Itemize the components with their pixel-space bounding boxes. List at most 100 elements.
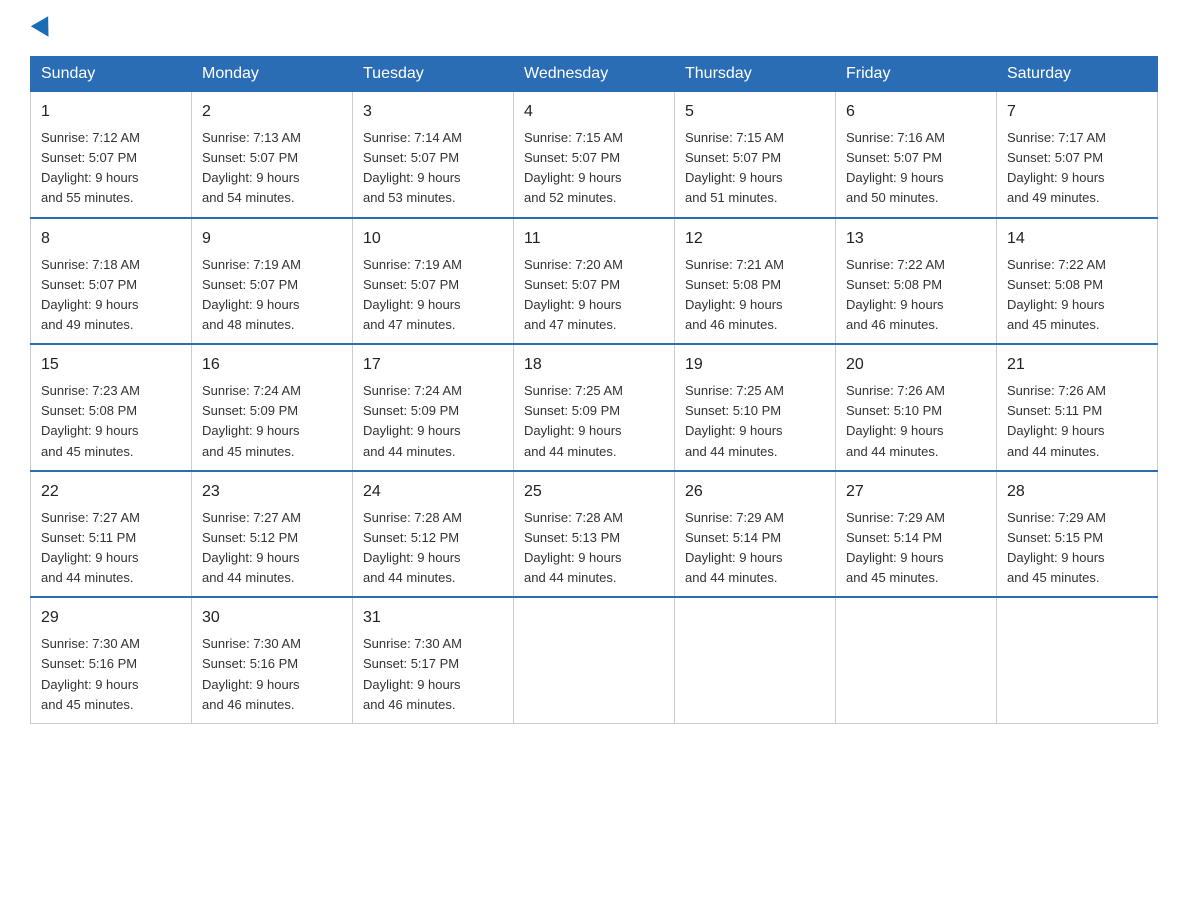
day-info: Sunrise: 7:25 AMSunset: 5:10 PMDaylight:… xyxy=(685,383,784,458)
calendar-day-cell: 26 Sunrise: 7:29 AMSunset: 5:14 PMDaylig… xyxy=(675,471,836,598)
day-number: 1 xyxy=(41,100,181,124)
day-number: 8 xyxy=(41,227,181,251)
calendar-day-cell: 28 Sunrise: 7:29 AMSunset: 5:15 PMDaylig… xyxy=(997,471,1158,598)
day-number: 31 xyxy=(363,606,503,630)
day-info: Sunrise: 7:15 AMSunset: 5:07 PMDaylight:… xyxy=(524,130,623,205)
calendar-day-cell: 14 Sunrise: 7:22 AMSunset: 5:08 PMDaylig… xyxy=(997,218,1158,345)
weekday-header-tuesday: Tuesday xyxy=(353,57,514,92)
day-number: 10 xyxy=(363,227,503,251)
logo-blue-text xyxy=(30,20,54,38)
calendar-table: SundayMondayTuesdayWednesdayThursdayFrid… xyxy=(30,56,1158,724)
weekday-header-wednesday: Wednesday xyxy=(514,57,675,92)
calendar-day-cell: 31 Sunrise: 7:30 AMSunset: 5:17 PMDaylig… xyxy=(353,597,514,723)
day-number: 21 xyxy=(1007,353,1147,377)
weekday-header-row: SundayMondayTuesdayWednesdayThursdayFrid… xyxy=(31,57,1158,92)
calendar-body: 1 Sunrise: 7:12 AMSunset: 5:07 PMDayligh… xyxy=(31,92,1158,724)
day-number: 14 xyxy=(1007,227,1147,251)
day-info: Sunrise: 7:23 AMSunset: 5:08 PMDaylight:… xyxy=(41,383,140,458)
calendar-day-cell: 15 Sunrise: 7:23 AMSunset: 5:08 PMDaylig… xyxy=(31,344,192,471)
calendar-day-cell: 24 Sunrise: 7:28 AMSunset: 5:12 PMDaylig… xyxy=(353,471,514,598)
calendar-day-cell: 27 Sunrise: 7:29 AMSunset: 5:14 PMDaylig… xyxy=(836,471,997,598)
day-number: 26 xyxy=(685,480,825,504)
calendar-day-cell: 29 Sunrise: 7:30 AMSunset: 5:16 PMDaylig… xyxy=(31,597,192,723)
day-number: 22 xyxy=(41,480,181,504)
calendar-day-cell: 16 Sunrise: 7:24 AMSunset: 5:09 PMDaylig… xyxy=(192,344,353,471)
day-info: Sunrise: 7:26 AMSunset: 5:10 PMDaylight:… xyxy=(846,383,945,458)
day-number: 4 xyxy=(524,100,664,124)
day-number: 29 xyxy=(41,606,181,630)
calendar-week-row: 15 Sunrise: 7:23 AMSunset: 5:08 PMDaylig… xyxy=(31,344,1158,471)
calendar-day-cell: 30 Sunrise: 7:30 AMSunset: 5:16 PMDaylig… xyxy=(192,597,353,723)
calendar-day-cell: 25 Sunrise: 7:28 AMSunset: 5:13 PMDaylig… xyxy=(514,471,675,598)
day-info: Sunrise: 7:22 AMSunset: 5:08 PMDaylight:… xyxy=(846,257,945,332)
day-info: Sunrise: 7:29 AMSunset: 5:14 PMDaylight:… xyxy=(685,510,784,585)
calendar-day-cell: 9 Sunrise: 7:19 AMSunset: 5:07 PMDayligh… xyxy=(192,218,353,345)
calendar-day-cell: 22 Sunrise: 7:27 AMSunset: 5:11 PMDaylig… xyxy=(31,471,192,598)
day-info: Sunrise: 7:12 AMSunset: 5:07 PMDaylight:… xyxy=(41,130,140,205)
day-info: Sunrise: 7:28 AMSunset: 5:13 PMDaylight:… xyxy=(524,510,623,585)
day-info: Sunrise: 7:19 AMSunset: 5:07 PMDaylight:… xyxy=(202,257,301,332)
day-info: Sunrise: 7:25 AMSunset: 5:09 PMDaylight:… xyxy=(524,383,623,458)
day-number: 16 xyxy=(202,353,342,377)
calendar-day-cell: 7 Sunrise: 7:17 AMSunset: 5:07 PMDayligh… xyxy=(997,92,1158,218)
day-number: 7 xyxy=(1007,100,1147,124)
calendar-day-cell: 19 Sunrise: 7:25 AMSunset: 5:10 PMDaylig… xyxy=(675,344,836,471)
calendar-day-cell xyxy=(997,597,1158,723)
day-info: Sunrise: 7:16 AMSunset: 5:07 PMDaylight:… xyxy=(846,130,945,205)
day-number: 5 xyxy=(685,100,825,124)
day-info: Sunrise: 7:20 AMSunset: 5:07 PMDaylight:… xyxy=(524,257,623,332)
calendar-day-cell: 4 Sunrise: 7:15 AMSunset: 5:07 PMDayligh… xyxy=(514,92,675,218)
day-number: 25 xyxy=(524,480,664,504)
day-info: Sunrise: 7:26 AMSunset: 5:11 PMDaylight:… xyxy=(1007,383,1106,458)
calendar-week-row: 29 Sunrise: 7:30 AMSunset: 5:16 PMDaylig… xyxy=(31,597,1158,723)
day-number: 9 xyxy=(202,227,342,251)
weekday-header-sunday: Sunday xyxy=(31,57,192,92)
calendar-day-cell: 18 Sunrise: 7:25 AMSunset: 5:09 PMDaylig… xyxy=(514,344,675,471)
calendar-day-cell: 21 Sunrise: 7:26 AMSunset: 5:11 PMDaylig… xyxy=(997,344,1158,471)
day-number: 12 xyxy=(685,227,825,251)
day-info: Sunrise: 7:14 AMSunset: 5:07 PMDaylight:… xyxy=(363,130,462,205)
day-info: Sunrise: 7:19 AMSunset: 5:07 PMDaylight:… xyxy=(363,257,462,332)
day-info: Sunrise: 7:30 AMSunset: 5:16 PMDaylight:… xyxy=(202,636,301,711)
day-number: 24 xyxy=(363,480,503,504)
weekday-header-thursday: Thursday xyxy=(675,57,836,92)
logo-triangle-icon xyxy=(31,16,57,42)
day-info: Sunrise: 7:28 AMSunset: 5:12 PMDaylight:… xyxy=(363,510,462,585)
logo xyxy=(30,20,54,38)
calendar-day-cell: 20 Sunrise: 7:26 AMSunset: 5:10 PMDaylig… xyxy=(836,344,997,471)
day-number: 20 xyxy=(846,353,986,377)
weekday-header-saturday: Saturday xyxy=(997,57,1158,92)
day-number: 3 xyxy=(363,100,503,124)
calendar-day-cell: 2 Sunrise: 7:13 AMSunset: 5:07 PMDayligh… xyxy=(192,92,353,218)
calendar-day-cell xyxy=(514,597,675,723)
weekday-header-friday: Friday xyxy=(836,57,997,92)
day-number: 28 xyxy=(1007,480,1147,504)
calendar-week-row: 8 Sunrise: 7:18 AMSunset: 5:07 PMDayligh… xyxy=(31,218,1158,345)
day-info: Sunrise: 7:18 AMSunset: 5:07 PMDaylight:… xyxy=(41,257,140,332)
day-number: 19 xyxy=(685,353,825,377)
calendar-day-cell: 1 Sunrise: 7:12 AMSunset: 5:07 PMDayligh… xyxy=(31,92,192,218)
calendar-day-cell: 8 Sunrise: 7:18 AMSunset: 5:07 PMDayligh… xyxy=(31,218,192,345)
day-info: Sunrise: 7:13 AMSunset: 5:07 PMDaylight:… xyxy=(202,130,301,205)
calendar-day-cell xyxy=(675,597,836,723)
day-info: Sunrise: 7:27 AMSunset: 5:11 PMDaylight:… xyxy=(41,510,140,585)
calendar-day-cell: 11 Sunrise: 7:20 AMSunset: 5:07 PMDaylig… xyxy=(514,218,675,345)
day-info: Sunrise: 7:22 AMSunset: 5:08 PMDaylight:… xyxy=(1007,257,1106,332)
calendar-day-cell: 23 Sunrise: 7:27 AMSunset: 5:12 PMDaylig… xyxy=(192,471,353,598)
calendar-day-cell: 12 Sunrise: 7:21 AMSunset: 5:08 PMDaylig… xyxy=(675,218,836,345)
day-number: 17 xyxy=(363,353,503,377)
calendar-day-cell: 10 Sunrise: 7:19 AMSunset: 5:07 PMDaylig… xyxy=(353,218,514,345)
page-header xyxy=(30,20,1158,38)
day-number: 23 xyxy=(202,480,342,504)
day-number: 6 xyxy=(846,100,986,124)
day-number: 15 xyxy=(41,353,181,377)
day-info: Sunrise: 7:29 AMSunset: 5:14 PMDaylight:… xyxy=(846,510,945,585)
calendar-day-cell: 17 Sunrise: 7:24 AMSunset: 5:09 PMDaylig… xyxy=(353,344,514,471)
calendar-week-row: 1 Sunrise: 7:12 AMSunset: 5:07 PMDayligh… xyxy=(31,92,1158,218)
calendar-day-cell: 13 Sunrise: 7:22 AMSunset: 5:08 PMDaylig… xyxy=(836,218,997,345)
day-info: Sunrise: 7:27 AMSunset: 5:12 PMDaylight:… xyxy=(202,510,301,585)
calendar-day-cell: 5 Sunrise: 7:15 AMSunset: 5:07 PMDayligh… xyxy=(675,92,836,218)
day-number: 27 xyxy=(846,480,986,504)
calendar-day-cell: 3 Sunrise: 7:14 AMSunset: 5:07 PMDayligh… xyxy=(353,92,514,218)
day-number: 13 xyxy=(846,227,986,251)
